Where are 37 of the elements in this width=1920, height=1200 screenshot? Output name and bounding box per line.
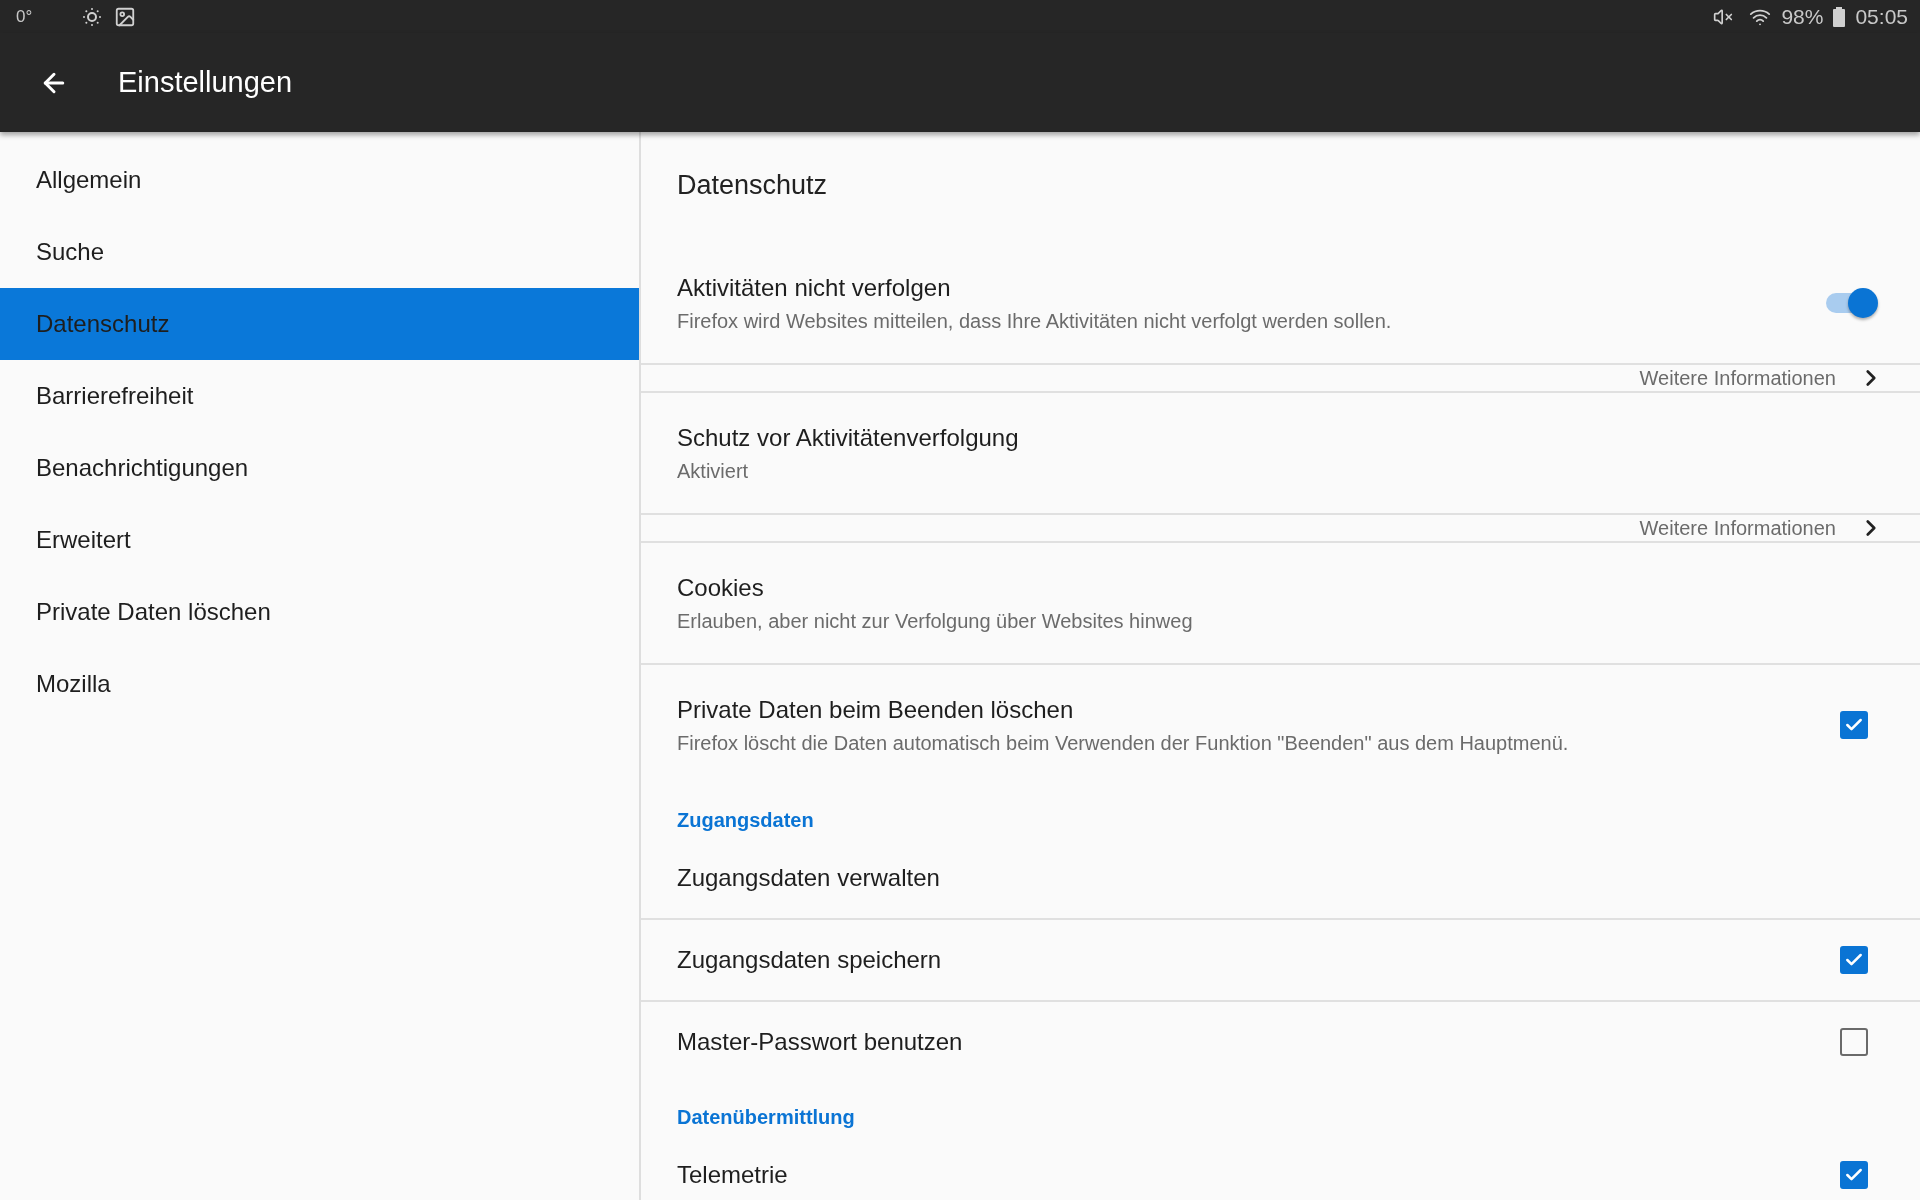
setting-description: Aktiviert [677,459,750,484]
setting-title[interactable]: Schutz vor Aktivitätenverfolgung [677,422,1884,454]
sidebar-item[interactable]: Datenschutz [0,288,639,360]
section-header: Datenübermittlung [676,1105,856,1130]
battery-percent: 98% [1781,4,1824,29]
setting-title[interactable]: Master-Passwort benutzen [677,1026,1840,1058]
clock-time: 05:05 [1855,4,1908,29]
sidebar-item[interactable]: Suche [0,216,639,288]
setting-description: Firefox löscht die Daten automatisch beim Verwenden der Funktion "Beenden" aus dem Hauptmenü. [677,731,1570,756]
setting-title[interactable]: Private Daten beim Beenden löschen [677,694,1840,726]
sidebar-item[interactable]: Benachrichtigungen [0,432,639,504]
panel-title: Datenschutz [676,169,829,202]
checkbox[interactable] [1840,711,1868,739]
section-header: Zugangsdaten [676,808,815,833]
sidebar-item[interactable]: Allgemein [0,144,639,216]
setting-description: Firefox wird Websites mitteilen, dass Ihre Aktivitäten nicht verfolgt werden sollen. [677,309,1393,334]
image-icon [114,5,137,28]
temperature-text: 0° [16,6,33,27]
setting-title[interactable]: Zugangsdaten speichern [677,944,1840,976]
setting-title[interactable]: Aktivitäten nicht verfolgen [677,272,1826,304]
more-info-link[interactable]: Weitere Informationen [1639,366,1836,390]
setting-title[interactable]: Telemetrie [677,1159,1840,1191]
battery-icon [1833,6,1846,27]
toggle-switch[interactable] [1826,288,1878,318]
sidebar-item[interactable]: Private Daten löschen [0,576,639,648]
sidebar-item[interactable]: Barrierefreiheit [0,360,639,432]
sidebar-item[interactable]: Mozilla [0,648,639,720]
checkbox[interactable] [1840,946,1868,974]
setting-description: Erlauben, aber nicht zur Verfolgung über Websites hinweg [677,609,1194,634]
checkbox[interactable] [1840,1028,1868,1056]
setting-title[interactable]: Zugangsdaten verwalten [677,862,1884,894]
mute-icon [1713,6,1734,27]
checkbox[interactable] [1840,1161,1868,1189]
setting-title[interactable]: Cookies [677,572,1884,604]
sidebar-item[interactable]: Erweitert [0,504,639,576]
more-info-link[interactable]: Weitere Informationen [1639,516,1836,540]
toolbar-title: Einstellungen [118,66,293,99]
